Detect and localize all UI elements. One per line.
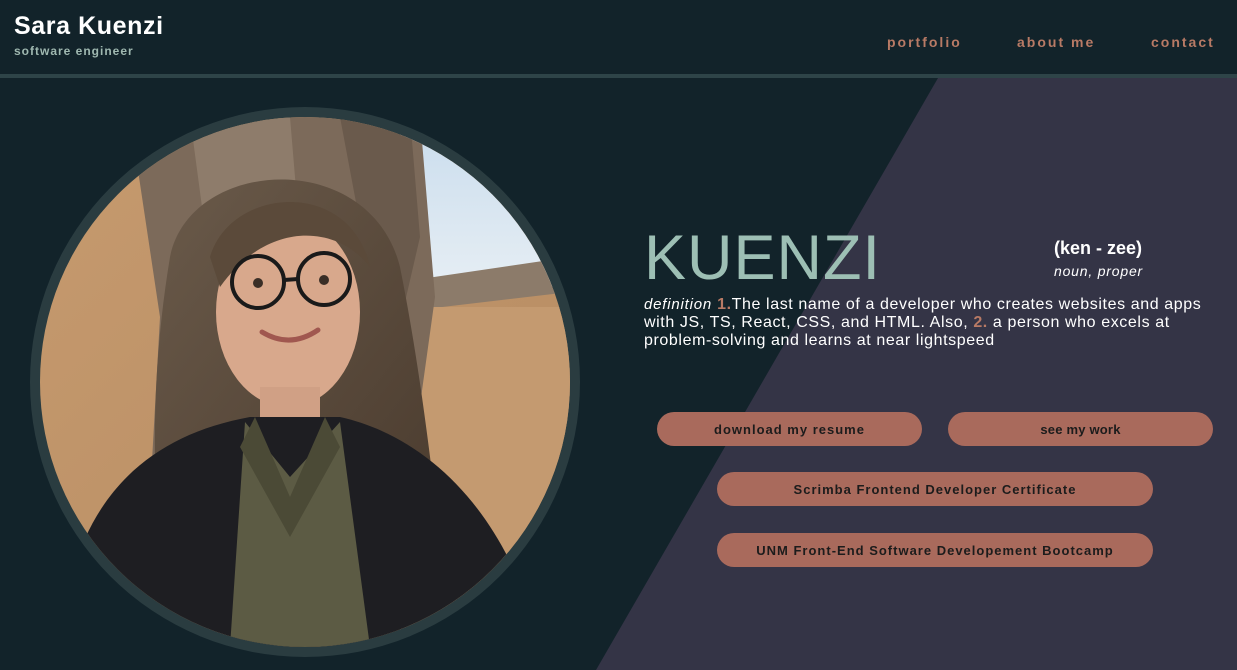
download-resume-button[interactable]: download my resume bbox=[657, 412, 922, 446]
unm-bootcamp-button[interactable]: UNM Front-End Software Developement Boot… bbox=[717, 533, 1153, 567]
part-of-speech: noun, proper bbox=[1054, 263, 1143, 279]
definition-text: definition 1.The last name of a develope… bbox=[644, 296, 1234, 350]
definition-label: definition bbox=[644, 296, 713, 313]
nav-portfolio-link[interactable]: portfolio bbox=[887, 34, 962, 50]
see-my-work-button[interactable]: see my work bbox=[948, 412, 1213, 446]
profile-photo bbox=[40, 117, 570, 647]
page: Sara Kuenzi software engineer portfolio … bbox=[0, 0, 1237, 670]
site-header: Sara Kuenzi software engineer portfolio … bbox=[0, 0, 1237, 74]
site-owner-role: software engineer bbox=[14, 44, 134, 58]
definition-number-1: 1. bbox=[717, 296, 732, 313]
nav-contact-link[interactable]: contact bbox=[1151, 34, 1215, 50]
site-owner-name[interactable]: Sara Kuenzi bbox=[14, 12, 164, 41]
definition-word: KUENZI bbox=[644, 223, 882, 293]
definition-number-2: 2. bbox=[973, 314, 988, 331]
scrimba-certificate-button[interactable]: Scrimba Frontend Developer Certificate bbox=[717, 472, 1153, 506]
header-divider bbox=[0, 74, 1237, 78]
nav-about-link[interactable]: about me bbox=[1017, 34, 1095, 50]
pronunciation: (ken - zee) bbox=[1054, 238, 1143, 258]
